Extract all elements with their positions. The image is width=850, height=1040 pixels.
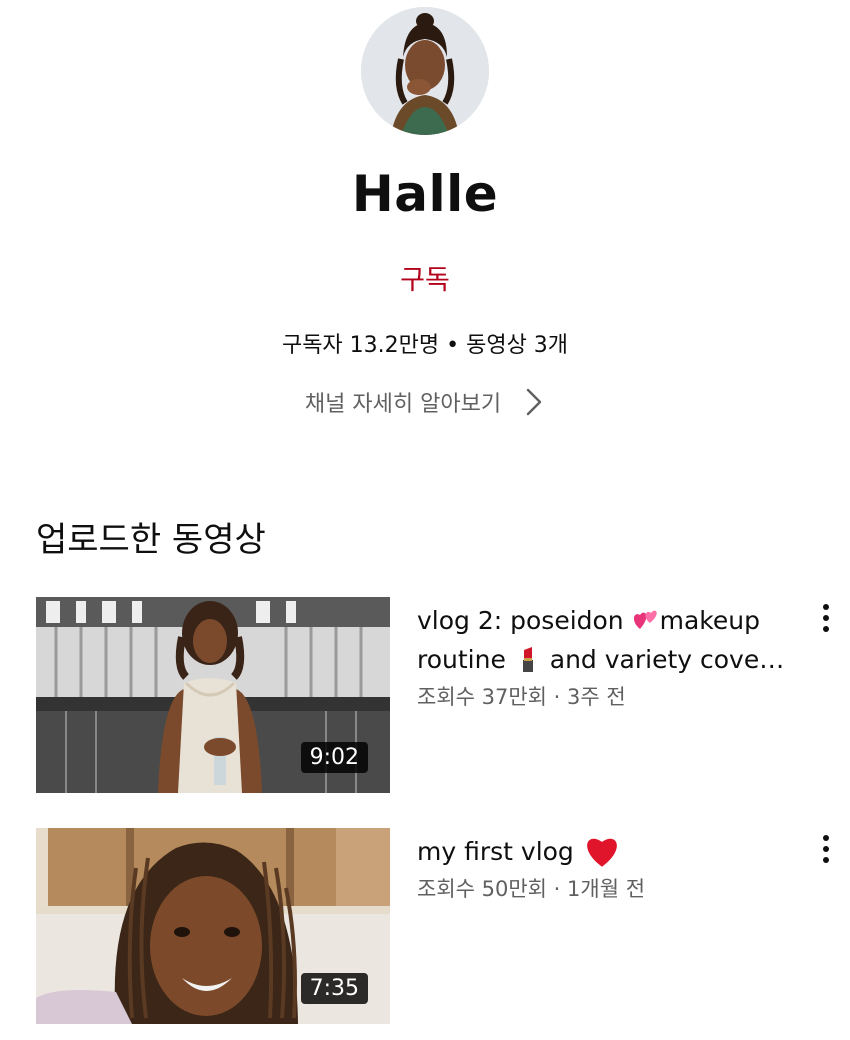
video-title-part: vlog 2: poseidon <box>417 606 632 635</box>
video-thumbnail[interactable]: 7:35 <box>36 828 390 1024</box>
more-vert-icon[interactable] <box>814 601 838 635</box>
two-hearts-emoji <box>633 610 657 629</box>
channel-name: Halle <box>351 165 499 223</box>
video-info: my first vlog 조회수 50만회 · 1개월 전 <box>417 832 797 903</box>
video-title[interactable]: my first vlog <box>417 832 797 871</box>
video-title[interactable]: vlog 2: poseidon makeup routine and vari… <box>417 601 797 679</box>
video-item[interactable]: 7:35 my first vlog 조회수 50만회 · 1개월 전 <box>36 828 836 1024</box>
video-meta: 조회수 37만회 · 3주 전 <box>417 685 626 709</box>
channel-avatar[interactable] <box>361 7 489 135</box>
video-thumbnail[interactable]: 9:02 <box>36 597 390 793</box>
channel-about-link[interactable]: 채널 자세히 알아보기 <box>0 386 850 418</box>
video-info: vlog 2: poseidon makeup routine and vari… <box>417 601 797 711</box>
channel-page: Halle 구독 구독자 13.2만명 • 동영상 3개 채널 자세히 알아보기… <box>0 0 850 1040</box>
lipstick-emoji <box>522 647 533 672</box>
red-heart-emoji <box>586 838 617 867</box>
channel-about-label: 채널 자세히 알아보기 <box>304 392 502 417</box>
video-meta: 조회수 50만회 · 1개월 전 <box>417 877 646 901</box>
video-title-part: and variety cove… <box>549 645 785 674</box>
more-vert-icon[interactable] <box>814 832 838 866</box>
video-duration: 7:35 <box>300 973 368 1004</box>
chevron-right-icon <box>526 388 542 416</box>
subscribe-button[interactable]: 구독 <box>0 258 850 297</box>
video-duration: 9:02 <box>300 742 368 773</box>
video-item[interactable]: 9:02 vlog 2: poseidon makeup routine and… <box>36 597 836 793</box>
section-title: 업로드한 동영상 <box>36 520 266 560</box>
channel-stats: 구독자 13.2만명 • 동영상 3개 <box>281 333 569 358</box>
video-title-part: my first vlog <box>417 837 582 866</box>
